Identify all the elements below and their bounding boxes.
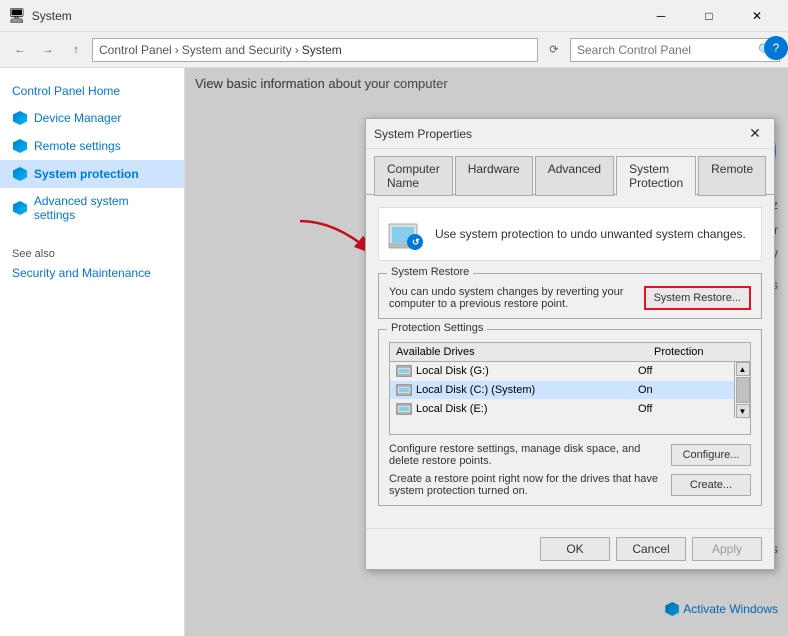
protection-table-header: Available Drives Protection bbox=[390, 343, 750, 362]
dialog-content: ↺ Use system protection to undo unwanted… bbox=[366, 194, 774, 528]
address-path[interactable]: Control Panel › System and Security › Sy… bbox=[92, 38, 538, 62]
system-properties-dialog: System Properties ✕ Computer Name Hardwa… bbox=[365, 118, 775, 570]
refresh-button[interactable]: ⟳ bbox=[542, 38, 566, 62]
protection-table-body: Local Disk (G:) Off bbox=[390, 362, 750, 434]
drives-col-header: Available Drives bbox=[396, 346, 654, 358]
sidebar-item-remote-settings[interactable]: Remote settings bbox=[0, 132, 184, 160]
scrollbar-up-button[interactable]: ▲ bbox=[736, 362, 750, 376]
see-also-label: See also bbox=[12, 248, 172, 260]
advanced-settings-icon bbox=[12, 200, 28, 216]
sidebar-item-advanced-settings[interactable]: Advanced system settings bbox=[0, 188, 184, 228]
modal-overlay: System Properties ✕ Computer Name Hardwa… bbox=[185, 68, 788, 636]
system-restore-text: You can undo system changes by reverting… bbox=[389, 286, 634, 310]
drive-e-protection: Off bbox=[638, 403, 728, 415]
title-bar: 🖥 System ─ □ ✕ bbox=[0, 0, 788, 32]
configure-row: Configure restore settings, manage disk … bbox=[389, 443, 751, 467]
dialog-header: ↺ Use system protection to undo unwanted… bbox=[378, 207, 762, 261]
protection-settings-legend: Protection Settings bbox=[387, 322, 487, 334]
dialog-title-bar: System Properties ✕ bbox=[366, 119, 774, 149]
scrollbar-track: ▲ ▼ bbox=[734, 362, 750, 418]
ok-button[interactable]: OK bbox=[540, 537, 610, 561]
address-bar: ← → ↑ Control Panel › System and Securit… bbox=[0, 32, 788, 68]
minimize-button[interactable]: ─ bbox=[638, 0, 684, 32]
dialog-header-icon: ↺ bbox=[385, 214, 425, 254]
main-layout: Control Panel Home Device Manager Remote… bbox=[0, 68, 788, 636]
dialog-close-button[interactable]: ✕ bbox=[744, 123, 766, 145]
remote-settings-icon bbox=[12, 138, 28, 154]
protection-table: Available Drives Protection bbox=[389, 342, 751, 435]
create-row: Create a restore point right now for the… bbox=[389, 473, 751, 497]
dialog-title: System Properties bbox=[374, 127, 744, 141]
drive-row-e[interactable]: Local Disk (E:) Off bbox=[390, 400, 734, 418]
system-restore-button[interactable]: System Restore... bbox=[644, 286, 751, 310]
drive-g-name-col: Local Disk (G:) bbox=[396, 365, 638, 377]
back-button[interactable]: ← bbox=[8, 38, 32, 62]
system-restore-content: You can undo system changes by reverting… bbox=[389, 282, 751, 310]
drive-g-icon bbox=[396, 365, 412, 377]
close-button[interactable]: ✕ bbox=[734, 0, 780, 32]
sidebar-label-remote-settings: Remote settings bbox=[34, 139, 121, 153]
scrollbar-thumb[interactable] bbox=[736, 377, 750, 403]
dialog-tabs: Computer Name Hardware Advanced System P… bbox=[366, 149, 774, 195]
sidebar: Control Panel Home Device Manager Remote… bbox=[0, 68, 185, 636]
sidebar-label-device-manager: Device Manager bbox=[34, 111, 121, 125]
protection-col-header: Protection bbox=[654, 346, 744, 358]
create-button[interactable]: Create... bbox=[671, 474, 751, 496]
search-input[interactable] bbox=[577, 43, 758, 57]
up-button[interactable]: ↑ bbox=[64, 38, 88, 62]
apply-button[interactable]: Apply bbox=[692, 537, 762, 561]
configure-button[interactable]: Configure... bbox=[671, 444, 751, 466]
window-title: System bbox=[32, 9, 638, 23]
content-area: View basic information about your comput… bbox=[185, 68, 788, 636]
help-button[interactable]: ? bbox=[764, 36, 788, 60]
system-protection-image: ↺ bbox=[387, 216, 423, 252]
sidebar-item-device-manager[interactable]: Device Manager bbox=[0, 104, 184, 132]
drive-g-label: Local Disk (G:) bbox=[416, 365, 489, 377]
drive-row-c[interactable]: Local Disk (C:) (System) On bbox=[390, 381, 734, 400]
forward-button[interactable]: → bbox=[36, 38, 60, 62]
drive-e-label: Local Disk (E:) bbox=[416, 403, 488, 415]
window-icon: 🖥 bbox=[8, 7, 26, 24]
tab-remote[interactable]: Remote bbox=[698, 156, 766, 196]
device-manager-icon bbox=[12, 110, 28, 126]
scrollbar-down-button[interactable]: ▼ bbox=[736, 404, 750, 418]
configure-text: Configure restore settings, manage disk … bbox=[389, 443, 663, 467]
sidebar-label-system-protection: System protection bbox=[34, 167, 139, 181]
drive-c-label: Local Disk (C:) (System) bbox=[416, 384, 535, 396]
system-restore-section: System Restore You can undo system chang… bbox=[378, 273, 762, 319]
dialog-header-text: Use system protection to undo unwanted s… bbox=[435, 227, 746, 241]
protection-settings-section: Protection Settings Available Drives Pro… bbox=[378, 329, 762, 506]
drive-row-g[interactable]: Local Disk (G:) Off bbox=[390, 362, 734, 381]
security-maintenance-link[interactable]: Security and Maintenance bbox=[12, 266, 172, 280]
window-controls: ─ □ ✕ bbox=[638, 0, 780, 32]
drive-e-name-col: Local Disk (E:) bbox=[396, 403, 638, 415]
protection-table-wrapper: Available Drives Protection bbox=[389, 342, 751, 435]
cancel-button[interactable]: Cancel bbox=[616, 537, 686, 561]
drive-c-name-col: Local Disk (C:) (System) bbox=[396, 384, 638, 396]
drive-g-protection: Off bbox=[638, 365, 728, 377]
svg-text:↺: ↺ bbox=[412, 237, 420, 247]
drive-c-icon bbox=[396, 384, 412, 396]
search-bar[interactable]: 🔍 bbox=[570, 38, 780, 62]
see-also-section: See also Security and Maintenance bbox=[0, 248, 184, 280]
tab-advanced[interactable]: Advanced bbox=[535, 156, 614, 196]
sidebar-item-system-protection[interactable]: System protection bbox=[0, 160, 184, 188]
system-protection-icon bbox=[12, 166, 28, 182]
drive-c-protection: On bbox=[638, 384, 728, 396]
sidebar-home[interactable]: Control Panel Home bbox=[0, 78, 184, 104]
system-restore-legend: System Restore bbox=[387, 266, 473, 278]
sidebar-label-advanced-settings: Advanced system settings bbox=[34, 194, 172, 222]
tab-hardware[interactable]: Hardware bbox=[455, 156, 533, 196]
tab-computer-name[interactable]: Computer Name bbox=[374, 156, 453, 196]
maximize-button[interactable]: □ bbox=[686, 0, 732, 32]
tab-system-protection[interactable]: System Protection bbox=[616, 156, 696, 196]
drive-e-icon bbox=[396, 403, 412, 415]
drives-list: Local Disk (G:) Off bbox=[390, 362, 734, 418]
create-text: Create a restore point right now for the… bbox=[389, 473, 663, 497]
dialog-footer: OK Cancel Apply bbox=[366, 528, 774, 569]
